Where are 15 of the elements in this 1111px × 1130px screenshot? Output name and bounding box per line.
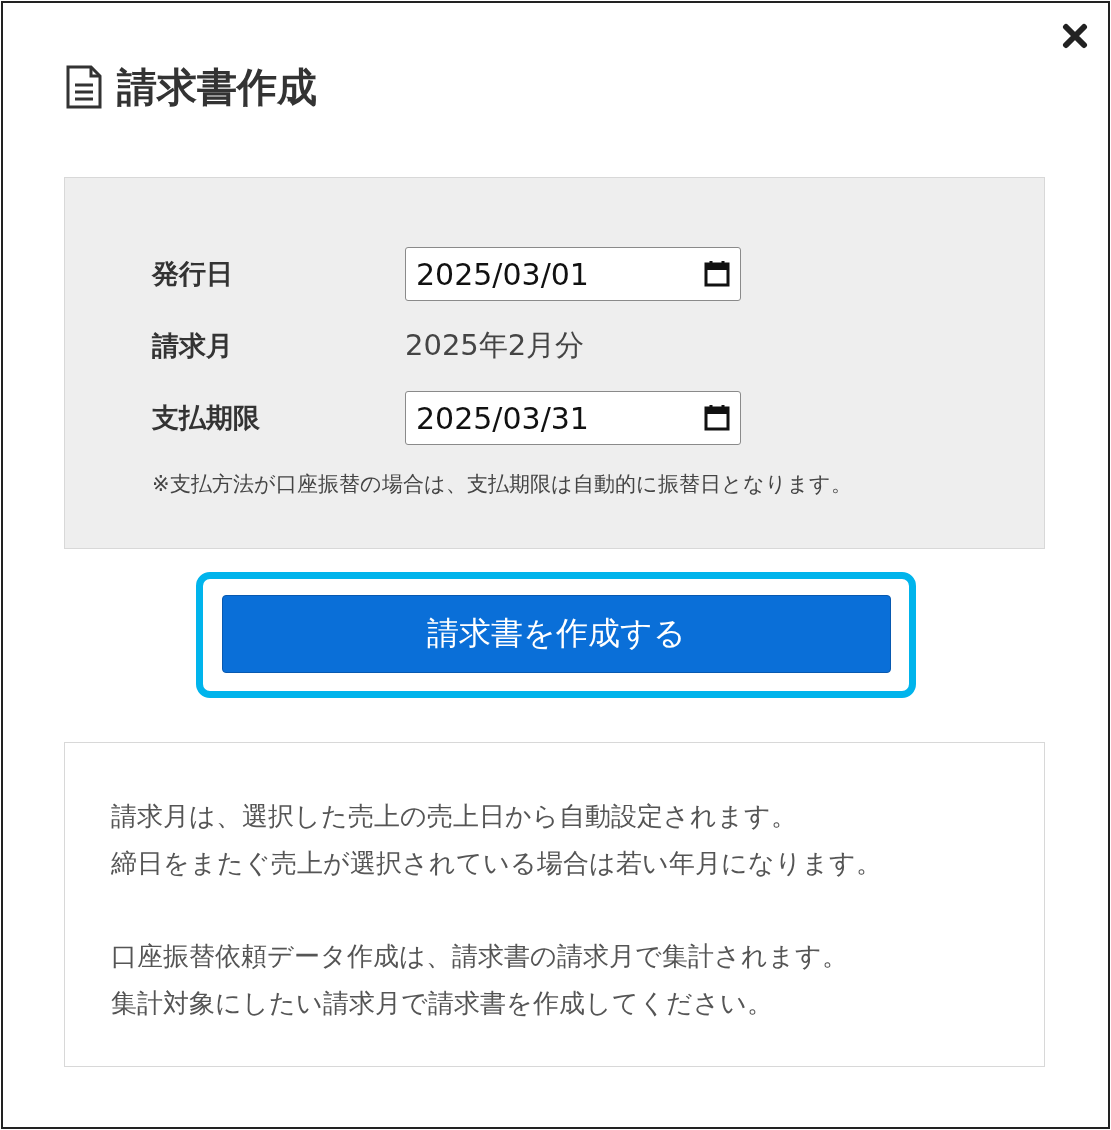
dialog-title: 請求書作成 — [117, 62, 317, 112]
field-label: 支払期限 — [152, 401, 261, 435]
info-paragraph: 口座振替依頼データ作成は、請求書の請求月で集計されます。 集計対象にしたい請求月で請求書を作成してください。 — [111, 940, 849, 1020]
calendar-icon[interactable] — [704, 260, 730, 288]
field-label: 発行日 — [152, 257, 234, 291]
create-invoice-button[interactable]: 請求書を作成する — [221, 595, 891, 673]
field-label: 請求月 — [152, 329, 234, 363]
note-text: ※支払方法が口座振替の場合は、支払期限は自動的に振替日となります。 — [152, 471, 853, 498]
date-field[interactable]: 2025/03/01 — [405, 247, 741, 301]
document-icon — [65, 65, 103, 109]
date-field[interactable]: 2025/03/31 — [405, 391, 741, 445]
calendar-icon[interactable] — [704, 404, 730, 432]
field-value: 2025年2月分 — [405, 327, 586, 364]
info-paragraph: 請求月は、選択した売上の売上日から自動設定されます。 締日をまたぐ売上が選択されている場合は若い年月になります。 — [111, 800, 883, 880]
close-icon[interactable] — [1062, 23, 1088, 49]
